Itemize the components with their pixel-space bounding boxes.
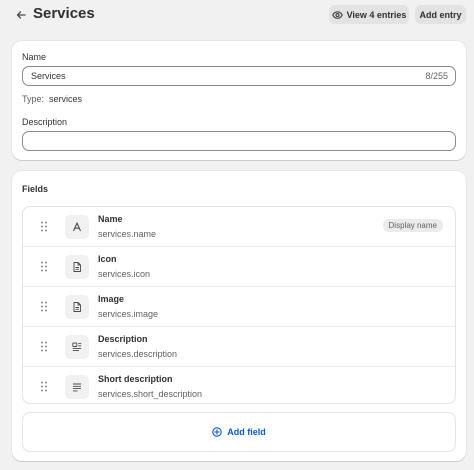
type-label: Type: [22, 94, 45, 104]
add-entry-button[interactable]: Add entry [415, 5, 466, 24]
field-row-short-description[interactable]: Short description services.short_descrip… [23, 367, 455, 403]
field-list: Name services.name Display name Icon ser… [22, 206, 456, 404]
field-name: Icon [98, 254, 117, 264]
field-row-icon[interactable]: Icon services.icon [23, 247, 455, 287]
field-row-name[interactable]: Name services.name Display name [23, 207, 455, 247]
add-field-button[interactable]: Add field [22, 412, 456, 452]
view-entries-button[interactable]: View 4 entries [329, 5, 409, 24]
type-value: services [49, 94, 83, 104]
field-name: Description [98, 334, 148, 344]
display-name-badge: Display name [382, 219, 443, 232]
name-label: Name [22, 52, 47, 62]
drag-handle-icon[interactable] [40, 221, 48, 232]
fields-title: Fields [22, 184, 49, 194]
field-name: Name [98, 214, 123, 224]
description-field[interactable] [22, 131, 456, 151]
add-entry-label: Add entry [419, 9, 462, 20]
field-name: Image [98, 294, 125, 304]
eye-icon [331, 10, 343, 19]
field-key: services.short_description [98, 389, 203, 399]
rich-text-icon [65, 335, 89, 359]
name-field-value: Services [31, 71, 66, 81]
multiline-text-icon [65, 375, 89, 399]
plus-circle-icon [212, 427, 222, 437]
field-name: Short description [98, 374, 173, 384]
field-row-description[interactable]: Description services.description [23, 327, 455, 367]
field-key: services.image [98, 309, 159, 319]
field-key: services.description [98, 349, 178, 359]
view-entries-label: View 4 entries [346, 9, 407, 20]
page-header: Services View 4 entries Add entry [0, 0, 474, 32]
file-icon [65, 295, 89, 319]
field-key: services.icon [98, 269, 151, 279]
field-row-image[interactable]: Image services.image [23, 287, 455, 327]
name-field[interactable]: Services 8/255 [22, 66, 456, 86]
drag-handle-icon[interactable] [40, 381, 48, 392]
definition-card: Name Services 8/255 Type: services Descri… [12, 41, 466, 160]
file-icon [65, 255, 89, 279]
description-label: Description [22, 117, 68, 127]
text-icon [65, 215, 89, 239]
arrow-left-icon [16, 11, 26, 19]
back-button[interactable] [12, 6, 30, 24]
drag-handle-icon[interactable] [40, 261, 48, 272]
drag-handle-icon[interactable] [40, 301, 48, 312]
name-character-count: 8/255 [425, 71, 448, 81]
field-key: services.name [98, 229, 157, 239]
add-field-label: Add field [227, 427, 266, 437]
type-row: Type: services [22, 94, 82, 104]
page-title: Services [33, 5, 95, 22]
fields-card: Fields Name services.name Display name I… [12, 171, 466, 461]
drag-handle-icon[interactable] [40, 341, 48, 352]
